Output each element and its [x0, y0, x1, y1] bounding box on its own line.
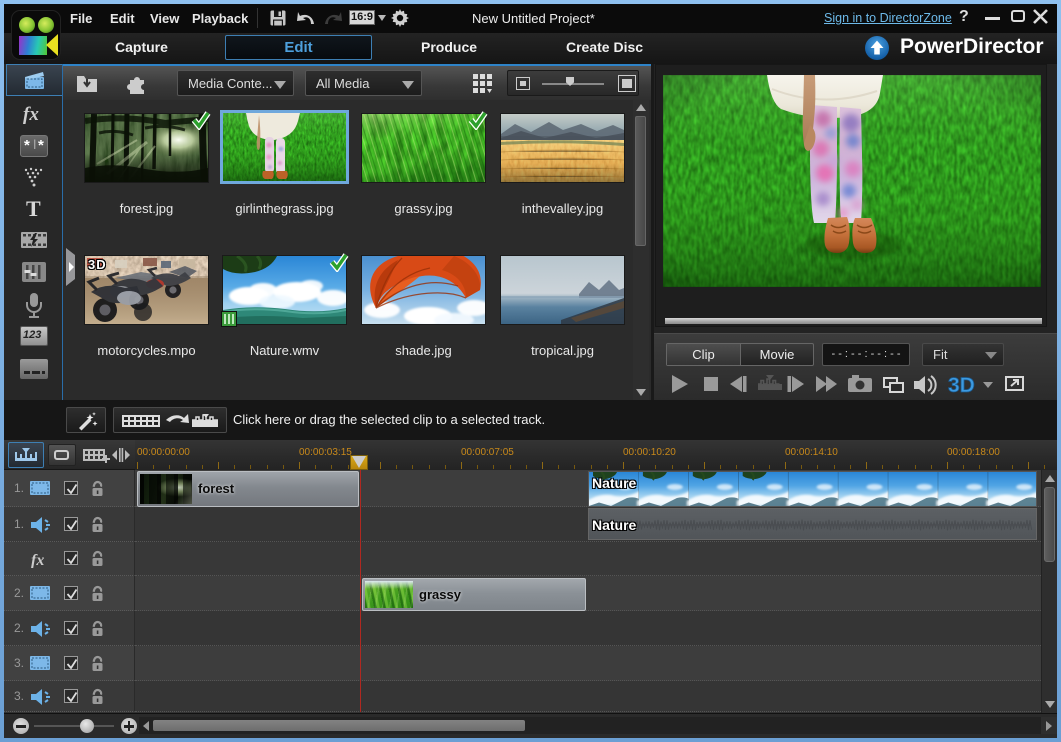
svg-text:fx: fx	[31, 552, 44, 568]
svg-text:fx: fx	[23, 104, 39, 124]
svg-text:3D: 3D	[948, 374, 975, 397]
